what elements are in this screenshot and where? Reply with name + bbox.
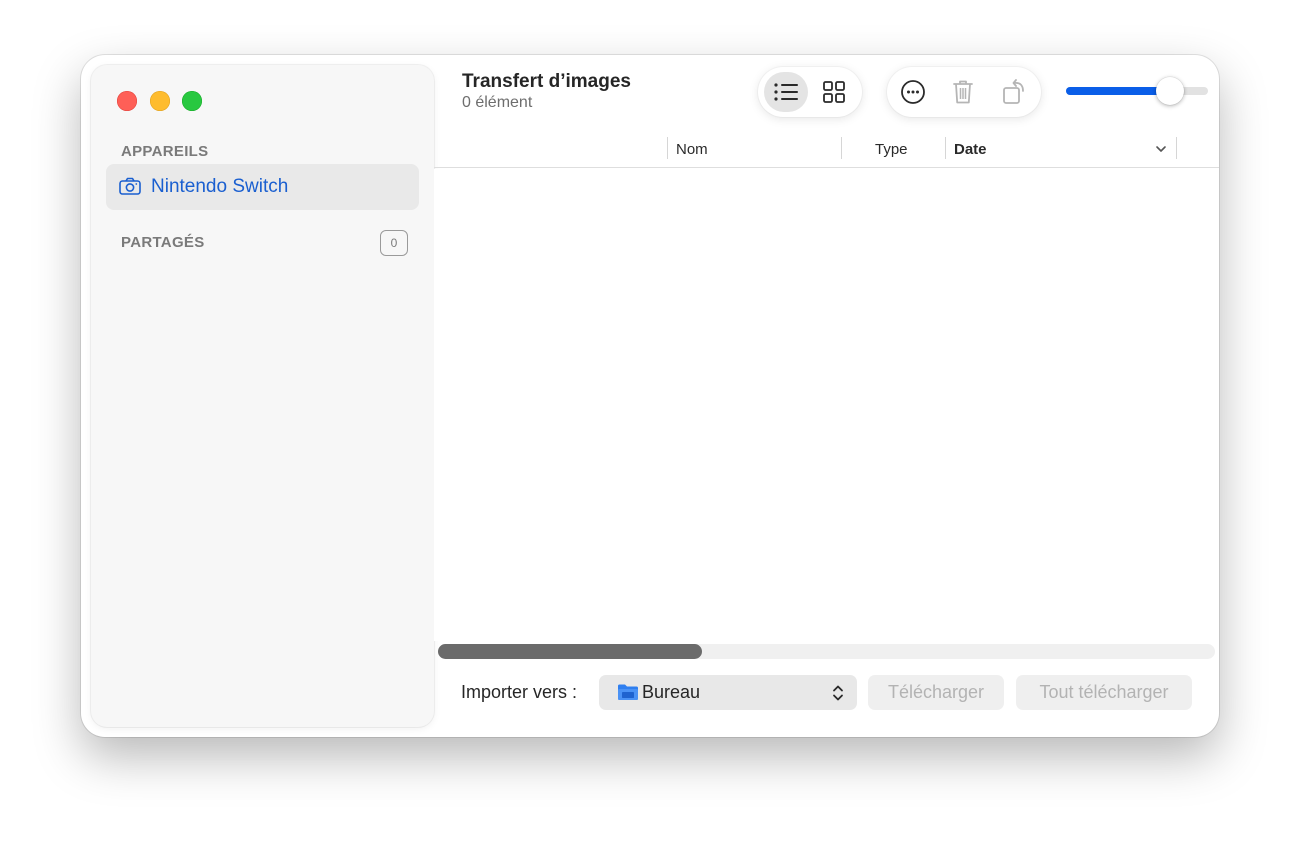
scrollbar-thumb[interactable] xyxy=(438,644,702,659)
chevron-updown-icon xyxy=(833,685,843,701)
window-title: Transfert d’images xyxy=(462,71,631,92)
items-list[interactable] xyxy=(434,169,1219,641)
column-header-date[interactable]: Date xyxy=(954,141,987,158)
shared-section-header: PARTAGÉS xyxy=(121,234,205,251)
download-all-button[interactable]: Tout télécharger xyxy=(1016,675,1192,710)
view-mode-control xyxy=(758,67,862,117)
minimize-window-button[interactable] xyxy=(150,91,170,111)
column-separator xyxy=(667,137,668,159)
column-header-type[interactable]: Type xyxy=(875,141,908,158)
maximize-window-button[interactable] xyxy=(182,91,202,111)
column-separator xyxy=(1176,137,1177,159)
thumbnail-size-slider[interactable] xyxy=(1066,77,1208,105)
rotate-icon xyxy=(1003,79,1024,104)
folder-icon xyxy=(618,684,638,700)
column-header-name[interactable]: Nom xyxy=(676,141,708,158)
sidebar-item-label: Nintendo Switch xyxy=(151,176,289,197)
import-to-label: Importer vers : xyxy=(461,682,578,702)
column-separator xyxy=(841,137,842,159)
sidebar: APPAREILS Nintendo Switch PARTAGÉS 0 xyxy=(91,65,434,727)
trash-icon xyxy=(953,80,973,104)
slider-fill xyxy=(1066,87,1170,95)
chevron-down-icon[interactable] xyxy=(1154,142,1168,156)
actions-control xyxy=(887,67,1041,117)
slider-knob[interactable] xyxy=(1155,77,1184,105)
list-icon xyxy=(774,83,798,101)
column-separator xyxy=(945,137,946,159)
horizontal-scrollbar[interactable] xyxy=(438,644,1215,659)
item-count: 0 élément xyxy=(462,94,533,111)
rotate-button[interactable] xyxy=(993,72,1037,112)
download-button[interactable]: Télécharger xyxy=(868,675,1004,710)
close-window-button[interactable] xyxy=(117,91,137,111)
column-header-row: Nom Type Date xyxy=(434,133,1219,168)
destination-label: Bureau xyxy=(642,682,701,702)
ellipsis-circle-icon xyxy=(901,80,925,104)
grid-icon xyxy=(823,81,845,103)
grid-view-button[interactable] xyxy=(812,72,856,112)
destination-select[interactable]: Bureau xyxy=(599,675,857,710)
more-options-button[interactable] xyxy=(891,72,935,112)
devices-section-header: APPAREILS xyxy=(121,143,209,160)
camera-icon xyxy=(119,177,141,195)
list-view-button[interactable] xyxy=(764,72,808,112)
image-capture-window: APPAREILS Nintendo Switch PARTAGÉS 0 Tra… xyxy=(81,55,1219,737)
shared-count-badge: 0 xyxy=(380,230,408,256)
delete-button[interactable] xyxy=(941,72,985,112)
sidebar-item-nintendo-switch[interactable]: Nintendo Switch xyxy=(106,164,419,210)
